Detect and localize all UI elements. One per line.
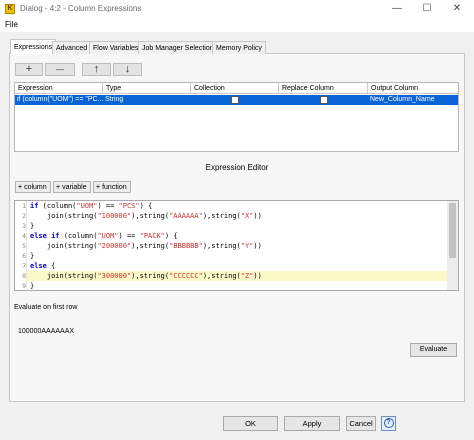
insert-column-button[interactable]: + column xyxy=(15,181,51,193)
expression-editor-heading: Expression Editor xyxy=(205,163,269,172)
cell-expression[interactable]: if (column("UOM") == "PC... xyxy=(15,95,103,105)
code-line[interactable]: if (column("UOM") == "PCS") { xyxy=(30,201,152,211)
ok-button[interactable]: OK xyxy=(223,416,278,431)
line-number: 6 xyxy=(22,252,26,260)
insert-function-label: function xyxy=(102,184,127,191)
code-line[interactable]: join(string("300000"),string("CCCCCC"),s… xyxy=(30,271,262,281)
tab-expressions[interactable]: Expressions xyxy=(10,39,57,54)
tab-job-manager-selection[interactable]: Job Manager Selection xyxy=(138,41,218,54)
app-icon: K xyxy=(5,4,15,14)
line-number: 1 xyxy=(22,202,26,210)
tab-memory-policy[interactable]: Memory Policy xyxy=(212,41,266,54)
remove-expression-button[interactable]: — xyxy=(45,63,75,76)
window-title: Dialog - 4:2 - Column Expressions xyxy=(20,4,142,13)
code-line[interactable]: } xyxy=(30,281,34,291)
cell-type[interactable]: String xyxy=(103,95,191,105)
help-icon: ? xyxy=(383,418,394,428)
insert-function-button[interactable]: + function xyxy=(93,181,131,193)
code-line[interactable]: join(string("200000"),string("BBBBBB"),s… xyxy=(30,241,262,251)
line-number: 8 xyxy=(22,272,26,280)
column-header-type[interactable]: Type xyxy=(103,83,191,94)
plus-icon: + xyxy=(96,184,101,191)
column-header-expression[interactable]: Expression xyxy=(15,83,103,94)
code-line[interactable]: else { xyxy=(30,261,55,271)
evaluate-button[interactable]: Evaluate xyxy=(410,343,457,357)
editor-scrollbar-thumb[interactable] xyxy=(449,203,456,258)
insert-column-label: column xyxy=(24,184,47,191)
cell-output-column[interactable]: New_Column_Name xyxy=(368,95,458,105)
code-line[interactable]: } xyxy=(30,221,34,231)
line-number: 3 xyxy=(22,222,26,230)
help-button[interactable]: ? xyxy=(381,416,396,431)
line-number: 7 xyxy=(22,262,26,270)
line-number: 4 xyxy=(22,232,26,240)
minimize-button[interactable]: — xyxy=(382,0,412,18)
code-line[interactable]: else if (column("UOM") == "PACK") { xyxy=(30,231,178,241)
line-number: 9 xyxy=(22,282,26,290)
menu-file[interactable]: File xyxy=(5,20,18,29)
insert-variable-button[interactable]: + variable xyxy=(53,181,91,193)
line-number: 5 xyxy=(22,242,26,250)
cancel-button[interactable]: Cancel xyxy=(346,416,376,431)
column-header-replace-column[interactable]: Replace Column xyxy=(279,83,368,94)
tab-flow-variables[interactable]: Flow Variables xyxy=(89,41,143,54)
plus-icon: + xyxy=(56,184,61,191)
menu-bar xyxy=(0,18,474,32)
column-header-output-column[interactable]: Output Column xyxy=(368,83,458,94)
move-up-button[interactable]: ↑ xyxy=(82,63,111,76)
code-line[interactable]: join(string("100000"),string("AAAAAA"),s… xyxy=(30,211,262,221)
maximize-button[interactable]: ☐ xyxy=(412,0,442,18)
replace-column-checkbox[interactable] xyxy=(320,96,328,104)
evaluate-label: Evaluate on first row xyxy=(14,304,78,311)
apply-button[interactable]: Apply xyxy=(284,416,340,431)
line-number: 2 xyxy=(22,212,26,220)
plus-icon: + xyxy=(18,184,23,191)
collection-checkbox[interactable] xyxy=(231,96,239,104)
move-down-button[interactable]: ↓ xyxy=(113,63,142,76)
insert-variable-label: variable xyxy=(62,184,87,191)
tab-advanced[interactable]: Advanced xyxy=(52,41,92,54)
add-expression-button[interactable]: + xyxy=(15,63,43,76)
column-header-collection[interactable]: Collection xyxy=(191,83,279,94)
evaluate-result: 100000AAAAAAX xyxy=(18,328,75,335)
close-button[interactable]: ✕ xyxy=(442,0,472,18)
code-line[interactable]: } xyxy=(30,251,34,261)
